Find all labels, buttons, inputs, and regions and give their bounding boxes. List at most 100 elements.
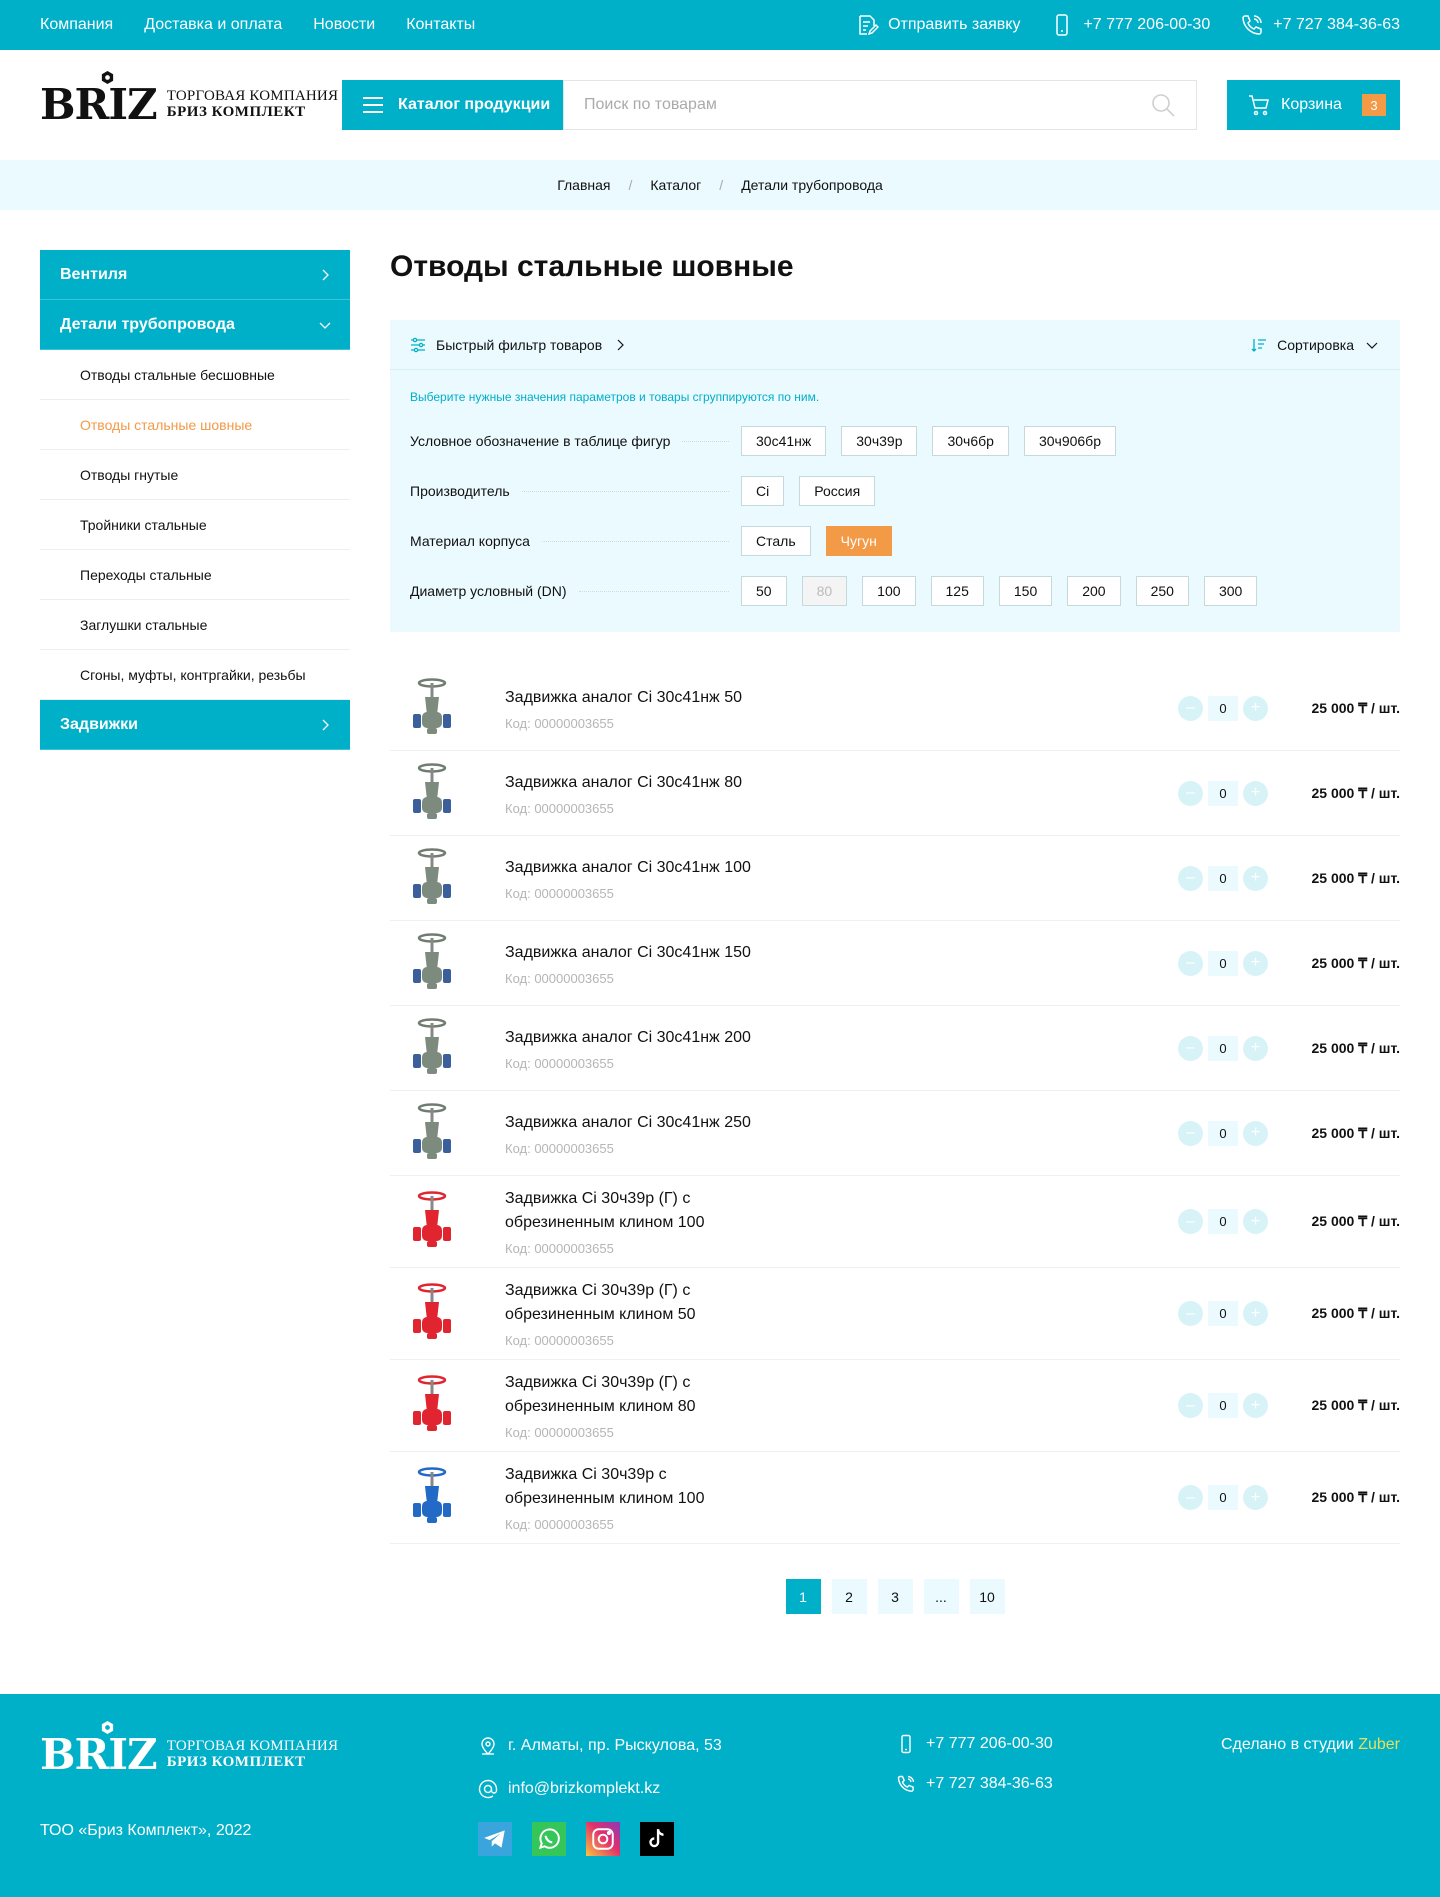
quantity-value[interactable]: 0 [1208, 1393, 1238, 1418]
product-name[interactable]: Задвижка Ci 30ч39р с обрезиненным клином… [505, 1463, 725, 1511]
cart-button[interactable]: Корзина 3 [1227, 80, 1400, 130]
product-name[interactable]: Задвижка аналог Ci 30с41нж 250 [505, 1111, 805, 1135]
quantity-value[interactable]: 0 [1208, 1120, 1238, 1146]
phone-landline-link[interactable]: +7 727 384-36-63 [1240, 13, 1400, 37]
page-button[interactable]: 3 [877, 1579, 913, 1614]
increment-button[interactable]: + [1243, 1209, 1268, 1234]
filter-chip[interactable]: Ci [741, 476, 785, 506]
decrement-button[interactable]: – [1178, 780, 1203, 806]
nav-company[interactable]: Компания [40, 16, 113, 34]
product-row[interactable]: Задвижка аналог Ci 30с41нж 150 Код: 00000… [390, 921, 1400, 1006]
page-button[interactable]: 10 [969, 1579, 1005, 1614]
instagram-link[interactable] [586, 1822, 620, 1856]
filter-chip[interactable]: 150 [998, 576, 1053, 606]
product-name[interactable]: Задвижка Ci 30ч39р (Г) с обрезиненным кл… [505, 1187, 725, 1235]
filter-chip-selected[interactable]: Чугун [825, 526, 892, 556]
filter-chip[interactable]: 30ч906бр [1023, 426, 1116, 456]
sidebar-subitem[interactable]: Сгоны, муфты, контргайки, резьбы [40, 650, 350, 700]
telegram-link[interactable] [478, 1822, 512, 1856]
quick-filter-toggle[interactable]: Быстрый фильтр товаров [410, 337, 628, 353]
increment-button[interactable]: + [1243, 780, 1268, 806]
decrement-button[interactable]: – [1178, 865, 1203, 891]
product-name[interactable]: Задвижка аналог Ci 30с41нж 150 [505, 941, 805, 965]
quantity-value[interactable]: 0 [1208, 950, 1238, 976]
increment-button[interactable]: + [1243, 865, 1268, 891]
footer-phone-mobile[interactable]: +7 777 206-00-30 [896, 1734, 1053, 1754]
sidebar-item-valves[interactable]: Вентиля [40, 250, 350, 300]
increment-button[interactable]: + [1243, 950, 1268, 976]
sidebar-subitem[interactable]: Переходы стальные [40, 550, 350, 600]
product-name[interactable]: Задвижка аналог Ci 30с41нж 80 [505, 771, 805, 795]
product-name[interactable]: Задвижка Ci 30ч39р (Г) с обрезиненным кл… [505, 1371, 725, 1419]
send-request-link[interactable]: Отправить заявку [855, 13, 1020, 37]
sidebar-item-gate-valves[interactable]: Задвижки [40, 700, 350, 750]
decrement-button[interactable]: – [1178, 950, 1203, 976]
product-row[interactable]: Задвижка аналог Ci 30с41нж 50 Код: 000000… [390, 666, 1400, 751]
product-row[interactable]: Задвижка аналог Ci 30с41нж 200 Код: 00000… [390, 1006, 1400, 1091]
quantity-value[interactable]: 0 [1208, 1035, 1238, 1061]
filter-chip[interactable]: 30ч6бр [932, 426, 1009, 456]
nav-delivery[interactable]: Доставка и оплата [144, 16, 282, 34]
increment-button[interactable]: + [1243, 1120, 1268, 1146]
whatsapp-link[interactable] [532, 1822, 566, 1856]
sidebar-subitem[interactable]: Заглушки стальные [40, 600, 350, 650]
catalog-button[interactable]: Каталог продукции [342, 80, 563, 130]
decrement-button[interactable]: – [1178, 1035, 1203, 1061]
product-row[interactable]: Задвижка Ci 30ч39р (Г) с обрезиненным кл… [390, 1360, 1400, 1452]
sidebar-subitem[interactable]: Отводы стальные бесшовные [40, 350, 350, 400]
quantity-value[interactable]: 0 [1208, 695, 1238, 721]
filter-chip[interactable]: 50 [741, 576, 787, 606]
filter-chip[interactable]: 250 [1135, 576, 1189, 606]
footer-logo[interactable]: BRIZ ТОРГОВАЯ КОМПАНИЯ БРИЗ КОМПЛЕКТ [40, 1721, 342, 1776]
sidebar-subitem-active[interactable]: Отводы стальные шовные [40, 400, 350, 450]
decrement-button[interactable]: – [1178, 1485, 1203, 1510]
filter-chip[interactable]: Россия [799, 476, 876, 506]
breadcrumb-catalog[interactable]: Каталог [650, 177, 701, 193]
product-row[interactable]: Задвижка Ci 30ч39р с обрезиненным клином… [390, 1452, 1400, 1544]
filter-chip[interactable]: 30ч39р [841, 426, 918, 456]
product-row[interactable]: Задвижка Ci 30ч39р (Г) с обрезиненным кл… [390, 1176, 1400, 1268]
quantity-value[interactable]: 0 [1208, 1301, 1238, 1326]
filter-chip[interactable]: 30с41нж [741, 426, 827, 456]
studio-link[interactable]: Zuber [1358, 1736, 1400, 1753]
filter-chip[interactable]: 300 [1203, 576, 1258, 606]
nav-contacts[interactable]: Контакты [406, 16, 475, 34]
sidebar-subitem[interactable]: Тройники стальные [40, 500, 350, 550]
product-row[interactable]: Задвижка аналог Ci 30с41нж 100 Код: 00000… [390, 836, 1400, 921]
sort-dropdown[interactable]: Сортировка [1251, 337, 1380, 353]
search-icon[interactable] [1150, 92, 1176, 118]
decrement-button[interactable]: – [1178, 695, 1203, 721]
increment-button[interactable]: + [1243, 1485, 1268, 1510]
increment-button[interactable]: + [1243, 1035, 1268, 1061]
sidebar-subitem[interactable]: Отводы гнутые [40, 450, 350, 500]
quantity-value[interactable]: 0 [1208, 780, 1238, 806]
product-row[interactable]: Задвижка аналог Ci 30с41нж 80 Код: 000000… [390, 751, 1400, 836]
increment-button[interactable]: + [1243, 1393, 1268, 1418]
breadcrumb-home[interactable]: Главная [557, 177, 610, 193]
page-button-current[interactable]: 1 [785, 1579, 821, 1614]
page-ellipsis[interactable]: ... [923, 1579, 959, 1614]
filter-chip[interactable]: Сталь [741, 526, 811, 556]
product-row[interactable]: Задвижка Ci 30ч39р (Г) с обрезиненным кл… [390, 1268, 1400, 1360]
decrement-button[interactable]: – [1178, 1393, 1203, 1418]
decrement-button[interactable]: – [1178, 1301, 1203, 1326]
page-button[interactable]: 2 [831, 1579, 867, 1614]
footer-email-link[interactable]: info@brizkomplekt.kz [478, 1779, 660, 1799]
product-name[interactable]: Задвижка аналог Ci 30с41нж 100 [505, 856, 805, 880]
quantity-value[interactable]: 0 [1208, 865, 1238, 891]
filter-chip[interactable]: 100 [862, 576, 916, 606]
footer-phone-landline[interactable]: +7 727 384-36-63 [896, 1774, 1053, 1794]
phone-mobile-link[interactable]: +7 777 206-00-30 [1050, 13, 1210, 37]
increment-button[interactable]: + [1243, 695, 1268, 721]
product-name[interactable]: Задвижка аналог Ci 30с41нж 50 [505, 686, 805, 710]
product-name[interactable]: Задвижка аналог Ci 30с41нж 200 [505, 1026, 805, 1050]
filter-chip[interactable]: 200 [1067, 576, 1121, 606]
quantity-value[interactable]: 0 [1208, 1209, 1238, 1234]
filter-chip[interactable]: 125 [930, 576, 984, 606]
decrement-button[interactable]: – [1178, 1120, 1203, 1146]
product-row[interactable]: Задвижка аналог Ci 30с41нж 250 Код: 00000… [390, 1091, 1400, 1176]
sidebar-item-pipe-parts[interactable]: Детали трубопровода [40, 300, 350, 350]
search-input[interactable] [584, 96, 1104, 114]
tiktok-link[interactable] [640, 1822, 674, 1856]
decrement-button[interactable]: – [1178, 1209, 1203, 1234]
